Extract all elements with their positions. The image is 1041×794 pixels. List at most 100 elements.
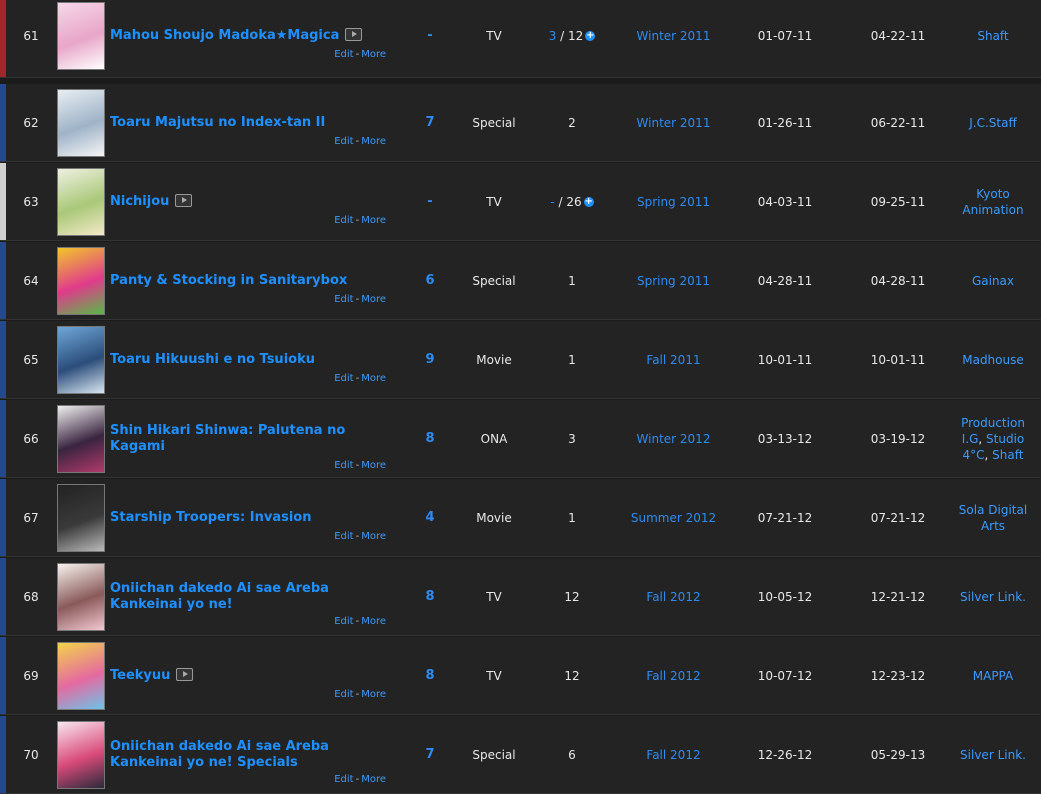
more-link[interactable]: More	[361, 531, 386, 542]
start-date: 12-26-12	[757, 747, 813, 762]
more-link[interactable]: More	[361, 460, 386, 471]
anime-cover-image[interactable]	[57, 562, 105, 631]
row-actions: Edit - More	[334, 48, 386, 60]
anime-cover-image[interactable]	[57, 246, 105, 315]
episodes-progress: 1	[532, 242, 612, 319]
row-number: 61	[23, 28, 39, 43]
score-value[interactable]: 8	[408, 637, 452, 714]
edit-link[interactable]: Edit	[334, 215, 353, 226]
stream-icon[interactable]	[176, 667, 194, 681]
anime-cover-image[interactable]	[57, 167, 105, 236]
end-date: 12-21-12	[870, 589, 926, 604]
more-link[interactable]: More	[361, 215, 386, 226]
episodes-total: 12	[564, 589, 580, 604]
studio-link[interactable]: Shaft	[992, 448, 1023, 462]
edit-link[interactable]: Edit	[334, 531, 353, 542]
season-link[interactable]: Winter 2011	[615, 84, 732, 161]
status-color-bar	[0, 84, 6, 161]
anime-title-link[interactable]: Shin Hikari Shinwa: Palutena no Kagami	[110, 423, 345, 454]
anime-cover-image[interactable]	[57, 404, 105, 473]
row-actions: Edit - More	[334, 135, 386, 147]
increment-episode-icon[interactable]: +	[583, 196, 594, 207]
episodes-progress: 12	[532, 558, 612, 635]
score-value[interactable]: 7	[408, 84, 452, 161]
edit-link[interactable]: Edit	[334, 689, 353, 700]
anime-cover-image[interactable]	[57, 720, 105, 789]
end-date: 06-22-11	[870, 115, 926, 130]
more-link[interactable]: More	[361, 689, 386, 700]
anime-cover-image[interactable]	[57, 483, 105, 552]
studio-link[interactable]: Madhouse	[962, 353, 1024, 367]
score-value[interactable]: 8	[408, 558, 452, 635]
anime-cover-image[interactable]	[57, 88, 105, 157]
edit-link[interactable]: Edit	[334, 49, 353, 60]
studio-link[interactable]: Sola Digital Arts	[959, 503, 1027, 533]
score-value[interactable]: 7	[408, 716, 452, 793]
anime-title-link[interactable]: Starship Troopers: Invasion	[110, 510, 311, 525]
season-link[interactable]: Fall 2012	[615, 637, 732, 714]
score-value[interactable]: 4	[408, 479, 452, 556]
more-link[interactable]: More	[361, 49, 386, 60]
episodes-watched[interactable]: -	[550, 195, 554, 209]
stream-icon[interactable]	[175, 193, 193, 207]
score-value[interactable]: -	[408, 0, 452, 77]
studio-link[interactable]: Kyoto Animation	[962, 187, 1023, 217]
season-link[interactable]: Spring 2011	[615, 242, 732, 319]
end-date: 10-01-11	[870, 352, 926, 367]
studios-cell: Gainax	[950, 242, 1036, 319]
anime-cover-image[interactable]	[57, 641, 105, 710]
episodes-watched[interactable]: 3	[549, 29, 557, 43]
more-link[interactable]: More	[361, 774, 386, 785]
anime-title-link[interactable]: Teekyuu	[110, 668, 170, 683]
more-link[interactable]: More	[361, 136, 386, 147]
anime-title-link[interactable]: Toaru Hikuushi e no Tsuioku	[110, 352, 315, 367]
score-value[interactable]: 9	[408, 321, 452, 398]
row-number: 67	[23, 510, 39, 525]
increment-episode-icon[interactable]: +	[585, 30, 596, 41]
studio-link[interactable]: Silver Link.	[960, 590, 1026, 604]
season-link[interactable]: Fall 2012	[615, 716, 732, 793]
season-link[interactable]: Winter 2012	[615, 400, 732, 477]
season-link[interactable]: Spring 2011	[615, 163, 732, 240]
row-number: 68	[23, 589, 39, 604]
edit-link[interactable]: Edit	[334, 136, 353, 147]
edit-link[interactable]: Edit	[334, 294, 353, 305]
season-link[interactable]: Fall 2011	[615, 321, 732, 398]
studio-link[interactable]: Silver Link.	[960, 748, 1026, 762]
edit-link[interactable]: Edit	[334, 616, 353, 627]
edit-link[interactable]: Edit	[334, 460, 353, 471]
season-link[interactable]: Winter 2011	[615, 0, 732, 77]
studio-link[interactable]: J.C.Staff	[969, 116, 1017, 130]
anime-title-link[interactable]: Nichijou	[110, 194, 169, 209]
score-value[interactable]: -	[408, 163, 452, 240]
type-value: ONA	[480, 431, 508, 446]
edit-link[interactable]: Edit	[334, 373, 353, 384]
anime-cover-image[interactable]	[57, 325, 105, 394]
anime-title-link[interactable]: Mahou Shoujo Madoka★Magica	[110, 28, 339, 43]
more-link[interactable]: More	[361, 373, 386, 384]
studios-cell: Production I.G, Studio 4°C, Shaft	[961, 415, 1025, 462]
studio-link[interactable]: MAPPA	[973, 669, 1013, 683]
status-color-bar	[0, 0, 6, 77]
episodes-progress: 1	[532, 479, 612, 556]
season-link[interactable]: Fall 2012	[615, 558, 732, 635]
stream-icon[interactable]	[345, 27, 363, 41]
type-value: Special	[472, 747, 516, 762]
more-link[interactable]: More	[361, 294, 386, 305]
anime-title-link[interactable]: Oniichan dakedo Ai sae Areba Kankeinai y…	[110, 739, 329, 770]
score-value[interactable]: 6	[408, 242, 452, 319]
anime-title-link[interactable]: Panty & Stocking in Sanitarybox	[110, 273, 347, 288]
start-date: 07-21-12	[757, 510, 813, 525]
score-value[interactable]: 8	[408, 400, 452, 477]
studio-link[interactable]: Gainax	[972, 274, 1014, 288]
episodes-total: 3	[568, 431, 576, 446]
start-date: 10-01-11	[757, 352, 813, 367]
table-row: 64 Panty & Stocking in Sanitarybox Edit -…	[0, 242, 1041, 320]
studio-link[interactable]: Shaft	[977, 29, 1008, 43]
edit-link[interactable]: Edit	[334, 774, 353, 785]
anime-cover-image[interactable]	[57, 1, 105, 70]
more-link[interactable]: More	[361, 616, 386, 627]
season-link[interactable]: Summer 2012	[615, 479, 732, 556]
anime-title-link[interactable]: Toaru Majutsu no Index-tan II	[110, 115, 325, 130]
anime-title-link[interactable]: Oniichan dakedo Ai sae Areba Kankeinai y…	[110, 581, 329, 612]
